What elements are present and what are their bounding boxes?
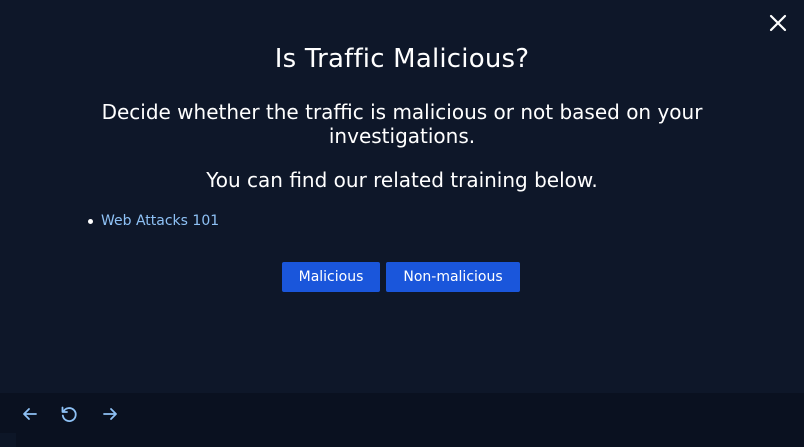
footer-toolbar bbox=[0, 393, 804, 447]
dialog-description: Decide whether the traffic is malicious … bbox=[101, 100, 703, 148]
dialog-hint: You can find our related training below. bbox=[206, 168, 598, 192]
arrow-left-icon[interactable] bbox=[19, 403, 41, 425]
footer-edge bbox=[0, 433, 16, 447]
non-malicious-button[interactable]: Non-malicious bbox=[386, 262, 520, 292]
list-item: Web Attacks 101 bbox=[86, 210, 219, 232]
malicious-button[interactable]: Malicious bbox=[282, 262, 380, 292]
dialog-title: Is Traffic Malicious? bbox=[274, 44, 530, 74]
verdict-actions: Malicious Non-malicious bbox=[282, 262, 520, 292]
bullet-icon bbox=[88, 218, 93, 224]
verdict-dialog: Is Traffic Malicious? Decide whether the… bbox=[0, 0, 804, 393]
close-icon[interactable] bbox=[766, 11, 790, 35]
training-link-web-attacks-101[interactable]: Web Attacks 101 bbox=[101, 210, 219, 232]
refresh-icon[interactable] bbox=[58, 403, 80, 425]
arrow-right-icon[interactable] bbox=[99, 403, 121, 425]
training-list: Web Attacks 101 bbox=[86, 210, 219, 232]
